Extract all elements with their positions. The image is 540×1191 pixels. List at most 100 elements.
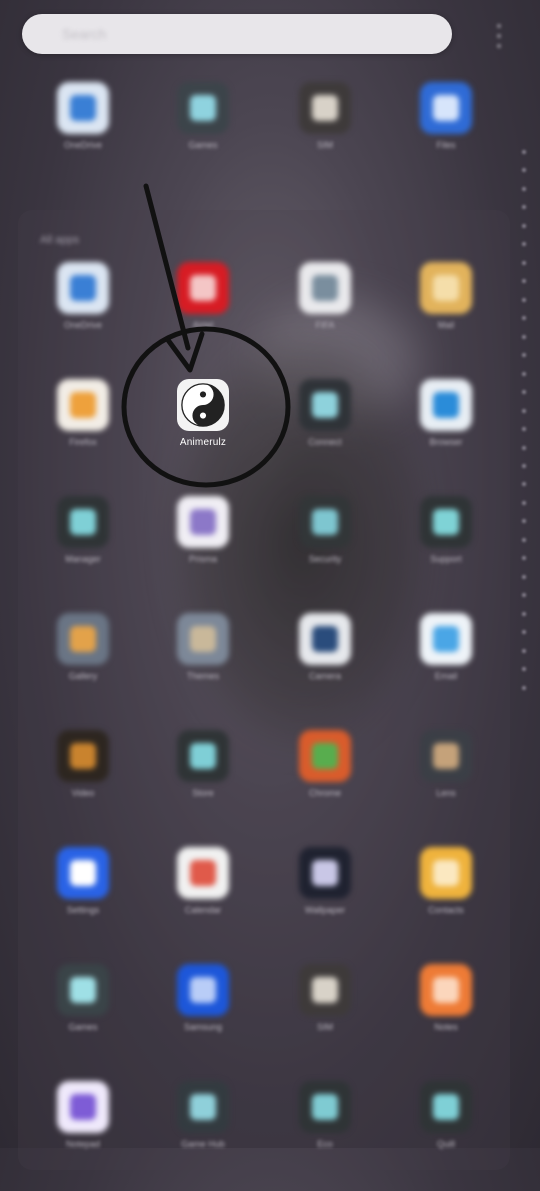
film-icon xyxy=(57,730,109,782)
app-label: Connect xyxy=(308,437,342,447)
app-label: Prisma xyxy=(188,554,217,564)
app-tile[interactable]: FIFA xyxy=(275,262,375,372)
app-label: Support xyxy=(430,554,462,564)
app-tile[interactable]: Airtel xyxy=(153,262,253,372)
app-tile[interactable]: Contacts xyxy=(396,847,496,957)
app-tile[interactable]: Calendar xyxy=(153,847,253,957)
photo-icon xyxy=(57,613,109,665)
app-label: OneDrive xyxy=(63,320,102,330)
app-tile[interactable]: SIM xyxy=(275,964,375,1074)
settings-icon xyxy=(57,847,109,899)
app-tile[interactable]: Lens xyxy=(396,730,496,840)
app-tile[interactable]: Connect xyxy=(275,379,375,489)
app-label: Store xyxy=(192,788,214,798)
app-label: Chrome xyxy=(308,788,341,798)
triangle-icon xyxy=(177,496,229,548)
app-tile[interactable]: Wallpaper xyxy=(275,847,375,957)
gamepad-icon xyxy=(177,82,229,134)
app-label: FIFA xyxy=(315,320,335,330)
cloud-icon xyxy=(57,82,109,134)
airtel-icon xyxy=(177,262,229,314)
app-label: Email xyxy=(434,671,458,681)
app-label: Settings xyxy=(66,905,100,915)
samsung-icon xyxy=(177,964,229,1016)
app-label: Firefox xyxy=(69,437,97,447)
app-label: Files xyxy=(436,140,456,150)
mail-icon xyxy=(420,613,472,665)
app-tile[interactable]: Games xyxy=(33,964,133,1074)
app-label: Notes xyxy=(434,1022,458,1032)
app-label: Gallery xyxy=(68,671,98,681)
lens-icon xyxy=(420,730,472,782)
app-label: Camera xyxy=(308,671,341,681)
app-tile[interactable]: Chrome xyxy=(275,730,375,840)
app-label: Video xyxy=(71,788,95,798)
app-tile[interactable]: Animerulz xyxy=(153,379,253,489)
app-label: Wallpaper xyxy=(304,905,346,915)
pen-icon xyxy=(57,1081,109,1133)
app-tile[interactable]: Manager xyxy=(33,496,133,606)
section-label: All apps xyxy=(40,234,80,246)
folder-icon xyxy=(420,82,472,134)
more-options-icon[interactable] xyxy=(492,24,506,48)
search-placeholder: Search xyxy=(62,26,107,42)
app-tile[interactable]: OneDrive xyxy=(33,262,133,372)
notes-icon xyxy=(420,964,472,1016)
globe-icon xyxy=(420,379,472,431)
gamepad-icon xyxy=(177,1081,229,1133)
gear-icon xyxy=(57,496,109,548)
leaf-icon xyxy=(299,1081,351,1133)
search-input[interactable]: Search xyxy=(22,14,452,54)
app-tile[interactable]: Support xyxy=(396,496,496,606)
app-label: Samsung xyxy=(183,1022,223,1032)
app-tile[interactable]: Camera xyxy=(275,613,375,723)
app-tile[interactable]: Video xyxy=(33,730,133,840)
app-label: Games xyxy=(188,140,218,150)
app-label: OneDrive xyxy=(63,140,102,150)
app-label: Contacts xyxy=(428,905,464,915)
app-tile[interactable]: Settings xyxy=(33,847,133,957)
sim-icon xyxy=(299,964,351,1016)
bag-icon xyxy=(177,730,229,782)
app-tile[interactable]: Files xyxy=(396,82,496,192)
app-tile[interactable]: Gallery xyxy=(33,613,133,723)
app-tile[interactable]: Security xyxy=(275,496,375,606)
yin-yang-icon xyxy=(177,379,229,431)
app-tile[interactable]: Prisma xyxy=(153,496,253,606)
app-tile[interactable]: OneDrive xyxy=(33,82,133,192)
calendar-icon xyxy=(177,847,229,899)
app-tile[interactable]: SIM xyxy=(275,82,375,192)
app-tile[interactable]: Store xyxy=(153,730,253,840)
app-tile[interactable]: Eco xyxy=(275,1081,375,1191)
gamepad-icon xyxy=(57,964,109,1016)
app-tile[interactable]: Mail xyxy=(396,262,496,372)
contacts-icon xyxy=(420,847,472,899)
fire-icon xyxy=(57,379,109,431)
app-tile[interactable]: Game Hub xyxy=(153,1081,253,1191)
app-tile[interactable]: Games xyxy=(153,82,253,192)
app-tile[interactable]: Samsung xyxy=(153,964,253,1074)
soccer-icon xyxy=(299,262,351,314)
city-icon xyxy=(177,613,229,665)
feather-icon xyxy=(420,1081,472,1133)
headset-icon xyxy=(420,496,472,548)
app-label: Manager xyxy=(65,554,101,564)
sim-icon xyxy=(299,82,351,134)
moon-icon xyxy=(299,847,351,899)
inbox-icon xyxy=(420,262,472,314)
alphabet-index-scrollbar[interactable] xyxy=(519,150,529,690)
link-icon xyxy=(299,379,351,431)
cloud-icon xyxy=(57,262,109,314)
app-label: SIM xyxy=(316,1022,333,1032)
app-tile[interactable]: Themes xyxy=(153,613,253,723)
app-tile[interactable]: Browser xyxy=(396,379,496,489)
app-tile[interactable]: Firefox xyxy=(33,379,133,489)
app-label: Security xyxy=(308,554,342,564)
spiral-icon xyxy=(299,496,351,548)
app-tile[interactable]: Notes xyxy=(396,964,496,1074)
app-tile[interactable]: Notepad xyxy=(33,1081,133,1191)
app-label: Lens xyxy=(436,788,456,798)
app-tile[interactable]: Quill xyxy=(396,1081,496,1191)
app-tile[interactable]: Email xyxy=(396,613,496,723)
app-label: Browser xyxy=(429,437,463,447)
